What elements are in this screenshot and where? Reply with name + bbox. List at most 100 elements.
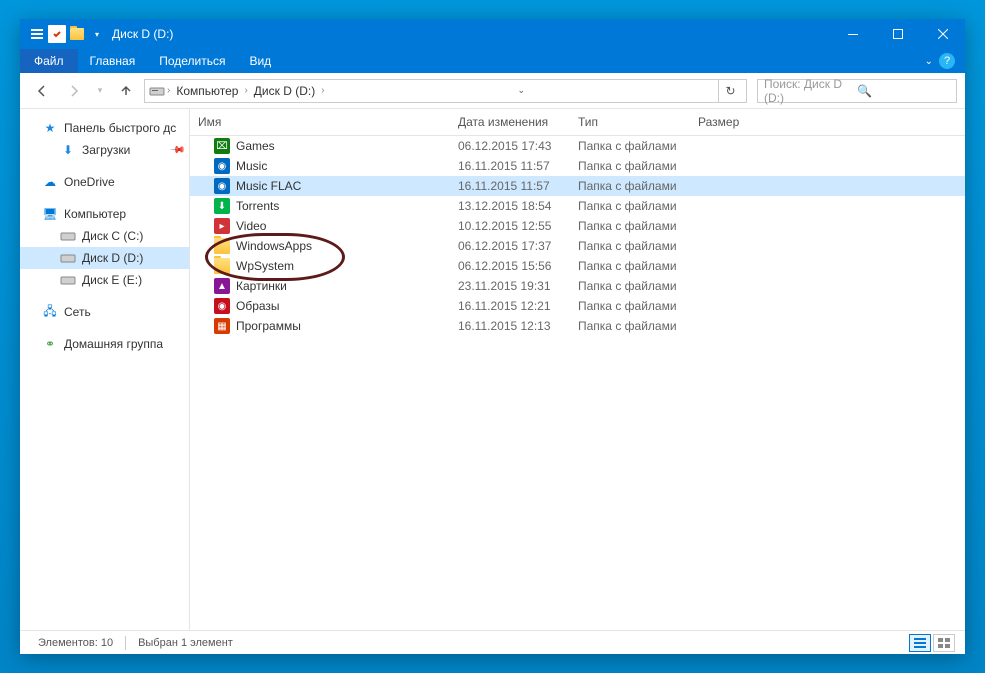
minimize-button[interactable] [830, 19, 875, 49]
nav-drive-c[interactable]: Диск C (C:) [20, 225, 189, 247]
monitor-icon: 🖥 [42, 206, 58, 222]
crumb-drive-d[interactable]: Диск D (D:) [250, 84, 319, 98]
nav-network[interactable]: 🖧 Сеть [20, 301, 189, 323]
file-type: Папка с файлами [570, 319, 690, 333]
search-box[interactable]: Поиск: Диск D (D:) 🔍 [757, 79, 957, 103]
ribbon-expand-icon[interactable]: ⌄ [925, 56, 933, 67]
search-placeholder: Поиск: Диск D (D:) [764, 77, 857, 105]
refresh-button[interactable]: ↻ [718, 80, 742, 102]
system-menu-icon[interactable] [28, 25, 46, 43]
file-type: Папка с файлами [570, 259, 690, 273]
view-details-button[interactable] [909, 634, 931, 652]
address-dropdown[interactable]: ⌄ [509, 80, 533, 102]
network-icon: 🖧 [42, 304, 58, 320]
qa-properties-icon[interactable] [48, 25, 66, 43]
chevron-right-icon[interactable]: › [321, 85, 324, 96]
status-bar: Элементов: 10 Выбран 1 элемент [20, 630, 965, 654]
nav-label: Домашняя группа [64, 337, 163, 351]
file-name: Программы [236, 319, 301, 333]
header-date[interactable]: Дата изменения [450, 109, 570, 135]
file-row[interactable]: ◉ Music FLAC 16.11.2015 11:57Папка с файла… [190, 176, 965, 196]
up-button[interactable] [112, 77, 140, 105]
file-type: Папка с файлами [570, 139, 690, 153]
pin-icon[interactable]: 📌 [168, 142, 185, 159]
file-name: Music [236, 159, 267, 173]
file-name: WindowsApps [236, 239, 312, 253]
nav-quick-access[interactable]: ★ Панель быстрого дс [20, 117, 189, 139]
address-bar[interactable]: › Компьютер › Диск D (D:) › ⌄ ↻ [144, 79, 747, 103]
view-icons-button[interactable] [933, 634, 955, 652]
drive-icon [60, 250, 76, 266]
nav-label: Панель быстрого дс [64, 121, 176, 135]
file-name: Torrents [236, 199, 279, 213]
back-button[interactable] [28, 77, 56, 105]
nav-onedrive[interactable]: ☁ OneDrive [20, 171, 189, 193]
file-menu[interactable]: Файл [20, 49, 78, 73]
close-button[interactable] [920, 19, 965, 49]
file-type: Папка с файлами [570, 179, 690, 193]
chevron-right-icon[interactable]: › [167, 85, 170, 96]
nav-label: Сеть [64, 305, 91, 319]
explorer-window: ▾ Диск D (D:) Файл Главная Поделиться Ви… [20, 19, 965, 654]
file-row[interactable]: ⬇Torrents13.12.2015 18:54Папка с файлами [190, 196, 965, 216]
recent-locations-button[interactable]: ▾ [92, 77, 108, 105]
file-name: Music FLAC [236, 179, 301, 193]
file-type: Папка с файлами [570, 199, 690, 213]
status-selection: Выбран 1 элемент [130, 637, 241, 649]
qa-dropdown-icon[interactable]: ▾ [88, 25, 106, 43]
help-button[interactable]: ? [939, 53, 955, 69]
chevron-right-icon[interactable]: › [244, 85, 247, 96]
file-row[interactable]: ▦ Программы 16.11.2015 12:13Папка с файлам… [190, 316, 965, 336]
programs-icon: ▦ [214, 318, 230, 334]
tab-view[interactable]: Вид [237, 50, 283, 72]
nav-label: Компьютер [64, 207, 126, 221]
nav-label: Диск E (E:) [82, 273, 142, 287]
title-bar[interactable]: ▾ Диск D (D:) [20, 19, 965, 49]
column-headers: Имя Дата изменения Тип Размер [190, 109, 965, 136]
nav-label: Диск C (C:) [82, 229, 143, 243]
file-date: 16.11.2015 12:13 [450, 319, 570, 333]
file-date: 23.11.2015 19:31 [450, 279, 570, 293]
folder-icon [214, 258, 230, 274]
file-list: Имя Дата изменения Тип Размер ⌧Games06.1… [190, 109, 965, 630]
file-row[interactable]: WindowsApps06.12.2015 17:37Папка с файла… [190, 236, 965, 256]
nav-homegroup[interactable]: ⚭ Домашняя группа [20, 333, 189, 355]
ribbon-tabs: Файл Главная Поделиться Вид ⌄ ? [20, 49, 965, 73]
file-date: 06.12.2015 17:43 [450, 139, 570, 153]
header-name[interactable]: Имя [190, 109, 450, 135]
nav-label: OneDrive [64, 175, 115, 189]
qa-newfolder-icon[interactable] [68, 25, 86, 43]
file-date: 10.12.2015 12:55 [450, 219, 570, 233]
tab-share[interactable]: Поделиться [147, 50, 237, 72]
nav-drive-d[interactable]: Диск D (D:) [20, 247, 189, 269]
file-row[interactable]: ▲Картинки23.11.2015 19:31Папка с файлами [190, 276, 965, 296]
tab-home[interactable]: Главная [78, 50, 148, 72]
iso-icon: ◉ [214, 298, 230, 314]
file-date: 16.11.2015 12:21 [450, 299, 570, 313]
torrent-icon: ⬇ [214, 198, 230, 214]
forward-button[interactable] [60, 77, 88, 105]
homegroup-icon: ⚭ [42, 336, 58, 352]
crumb-computer[interactable]: Компьютер [172, 84, 242, 98]
file-row[interactable]: ⌧Games06.12.2015 17:43Папка с файлами [190, 136, 965, 156]
file-date: 06.12.2015 17:37 [450, 239, 570, 253]
folder-icon [214, 238, 230, 254]
file-type: Папка с файлами [570, 219, 690, 233]
nav-computer[interactable]: 🖥 Компьютер [20, 203, 189, 225]
file-date: 16.11.2015 11:57 [450, 159, 570, 173]
header-size[interactable]: Размер [690, 109, 770, 135]
file-row[interactable]: ◉Music16.11.2015 11:57Папка с файлами [190, 156, 965, 176]
file-row[interactable]: ▸Video10.12.2015 12:55Папка с файлами [190, 216, 965, 236]
file-date: 16.11.2015 11:57 [450, 179, 570, 193]
music-icon: ◉ [214, 178, 230, 194]
maximize-button[interactable] [875, 19, 920, 49]
file-row[interactable]: WpSystem 06.12.2015 15:56Папка с файлами [190, 256, 965, 276]
nav-pane: ★ Панель быстрого дс ⬇ Загрузки 📌 ☁ OneD… [20, 109, 190, 630]
file-row[interactable]: ◉Образы16.11.2015 12:21Папка с файлами [190, 296, 965, 316]
search-icon[interactable]: 🔍 [857, 84, 950, 98]
header-type[interactable]: Тип [570, 109, 690, 135]
nav-downloads[interactable]: ⬇ Загрузки 📌 [20, 139, 189, 161]
file-date: 06.12.2015 15:56 [450, 259, 570, 273]
file-name: WpSystem [236, 259, 294, 273]
nav-drive-e[interactable]: Диск E (E:) [20, 269, 189, 291]
